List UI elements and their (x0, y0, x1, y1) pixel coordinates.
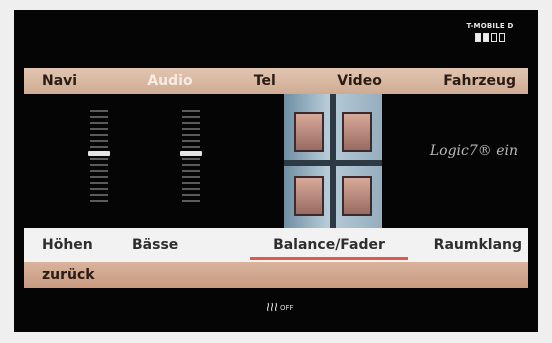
back-bar[interactable]: zurück (24, 262, 528, 288)
signal-bar-3 (491, 33, 497, 42)
slider-tick (90, 140, 108, 142)
seat-balance-graphic[interactable] (284, 94, 382, 228)
seat-rear-right (342, 176, 372, 216)
slider-tick (90, 200, 108, 202)
menu-audio[interactable]: Audio (123, 68, 218, 94)
slider-tick (90, 116, 108, 118)
slider-tick (90, 122, 108, 124)
slider-tick (90, 164, 108, 166)
slider-tick (182, 170, 200, 172)
fader-slider[interactable] (180, 110, 202, 210)
slider-knob[interactable] (180, 151, 202, 156)
seat-rear-left (294, 176, 324, 216)
infotainment-screen: T-MOBILE D Navi Audio Tel Video Fahrzeug… (14, 10, 538, 332)
balance-slider[interactable] (88, 110, 110, 210)
off-label: OFF (280, 304, 294, 312)
slider-tick (182, 110, 200, 112)
slider-tick (182, 188, 200, 190)
slider-tick (90, 194, 108, 196)
slider-tick (182, 194, 200, 196)
slider-tick (182, 176, 200, 178)
signal-bar-4 (499, 33, 505, 42)
slider-tick (182, 200, 200, 202)
signal-bar-1 (475, 33, 481, 42)
seat-front-right (342, 112, 372, 152)
menu-navi[interactable]: Navi (24, 68, 123, 94)
slider-tick (182, 140, 200, 142)
slider-tick (90, 182, 108, 184)
operator-label: T-MOBILE D (466, 22, 514, 30)
slider-tick (182, 164, 200, 166)
menu-video[interactable]: Video (312, 68, 407, 94)
tab-raumklang[interactable]: Raumklang (414, 228, 522, 262)
slider-tick (90, 158, 108, 160)
slider-tick (182, 134, 200, 136)
slider-tick (90, 170, 108, 172)
slider-tick (182, 128, 200, 130)
tab-balance-fader[interactable]: Balance/Fader (244, 228, 414, 262)
slider-tick (90, 176, 108, 178)
tab-hoehen[interactable]: Höhen (42, 228, 132, 262)
seat-heating-icon (266, 302, 278, 314)
slider-tick (182, 116, 200, 118)
seat-front-left (294, 112, 324, 152)
menu-fahrzeug[interactable]: Fahrzeug (407, 68, 528, 94)
tab-baesse[interactable]: Bässe (132, 228, 244, 262)
tab-bar: Höhen Bässe Balance/Fader Raumklang (24, 228, 528, 262)
slider-tick (182, 158, 200, 160)
slider-tick (182, 146, 200, 148)
seat-crossbar-vertical (330, 94, 336, 228)
signal-bar-2 (483, 33, 489, 42)
signal-strength-icon (458, 33, 522, 42)
status-indicator: T-MOBILE D (458, 22, 522, 58)
slider-tick (90, 134, 108, 136)
slider-tick (90, 128, 108, 130)
logic7-status: Logic7® ein (429, 143, 518, 159)
slider-tick (90, 146, 108, 148)
slider-tick (90, 110, 108, 112)
top-menu: Navi Audio Tel Video Fahrzeug (24, 68, 528, 94)
audio-settings-panel: Logic7® ein (24, 94, 528, 228)
slider-tick (182, 122, 200, 124)
slider-knob[interactable] (88, 151, 110, 156)
slider-tick (90, 188, 108, 190)
bottom-status: OFF (266, 302, 294, 314)
slider-tick (182, 182, 200, 184)
menu-tel[interactable]: Tel (217, 68, 312, 94)
back-button[interactable]: zurück (24, 267, 95, 283)
